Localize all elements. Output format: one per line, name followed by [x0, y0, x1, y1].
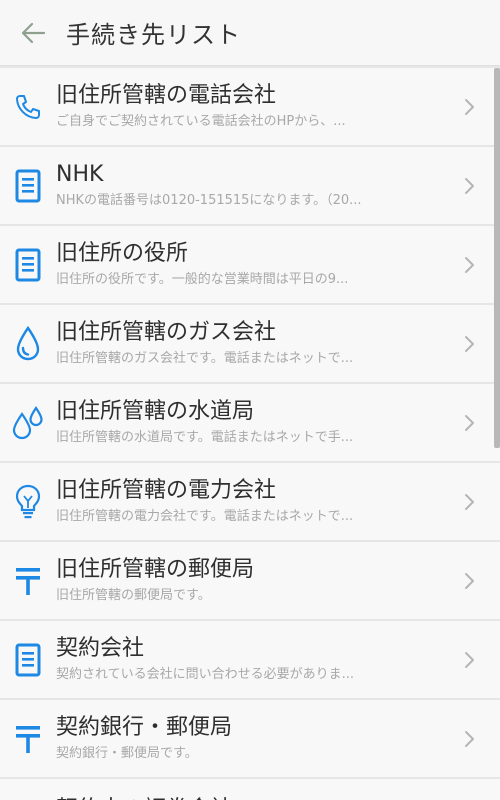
list-item-texts: 旧住所管轄の電力会社旧住所管轄の電力会社です。電話またはネットで...: [56, 476, 500, 527]
list-item[interactable]: 契約銀行・郵便局契約銀行・郵便局です。: [0, 700, 500, 777]
chevron-right-icon: [465, 335, 474, 352]
list-item-description: 旧住所管轄のガス会社です。電話またはネットで...: [56, 351, 354, 366]
list-item-texts: 旧住所管轄のガス会社旧住所管轄のガス会社です。電話またはネットで...: [56, 318, 500, 369]
chevron-right-icon: [465, 414, 474, 431]
list-item-description: 契約されている会社に問い合わせる必要がありま...: [56, 667, 355, 682]
chevron-right-icon: [465, 98, 474, 115]
list-item-title: 旧住所管轄の電力会社: [56, 478, 277, 503]
app-bar: 手続き先リスト: [0, 0, 500, 66]
list-item-title: 旧住所の役所: [56, 241, 189, 266]
list-item[interactable]: 旧住所管轄の電話会社ご自身でご契約されている電話会社のHPから、...: [0, 68, 500, 145]
list-item-description: 旧住所管轄の郵便局です。: [56, 588, 211, 603]
postal-mark-icon: [0, 723, 56, 755]
list-item-texts: 契約会社契約されている会社に問い合わせる必要がありま...: [56, 634, 500, 685]
list-item-title: 旧住所管轄の電話会社: [56, 83, 277, 108]
procedure-list: 旧住所管轄の電話会社 ご自身でご契約されている電話会社のHPから、... NHK NH…: [0, 68, 500, 800]
list-item[interactable]: 旧住所管轄の電力会社旧住所管轄の電力会社です。電話またはネットで...: [0, 463, 500, 540]
list-item-description: 旧住所の役所です。一般的な営業時間は平日の9...: [56, 272, 349, 287]
list-item-texts: NHK NHKの電話番号は0120-151515になります。（20...: [56, 160, 500, 211]
chevron-right-icon: [465, 493, 474, 510]
list-item-texts: 旧住所の役所旧住所の役所です。一般的な営業時間は平日の9...: [56, 239, 500, 290]
postal-mark-icon: [0, 565, 56, 597]
list-item-description: 契約銀行・郵便局です。: [56, 746, 198, 761]
chevron-right-icon: [465, 651, 474, 668]
list-item-title: 契約銀行・郵便局: [56, 715, 233, 740]
list-item-title: NHK: [56, 162, 104, 187]
back-arrow-icon: [21, 22, 46, 43]
list-item-title: 契約中の証券会社: [56, 791, 232, 800]
water-drop-icon: [0, 325, 56, 362]
lightbulb-icon: [0, 484, 56, 520]
chevron-right-icon: [465, 730, 474, 747]
chevron-right-icon: [465, 572, 474, 589]
chevron-right-icon: [465, 256, 474, 273]
app-screen: 手続き先リスト 旧住所管轄の電話会社ご自身でご契約されている電話会社のHPから、…: [0, 0, 500, 800]
phone-icon: [0, 92, 56, 122]
list-item-title: 旧住所管轄の郵便局: [56, 557, 255, 582]
chevron-right-icon: [465, 177, 474, 194]
list-item-description: ご自身でご契約されている電話会社のHPから、...: [56, 114, 346, 129]
document-icon: [0, 248, 56, 282]
list-item-title: 旧住所管轄のガス会社: [56, 320, 277, 345]
list-item-texts: 旧住所管轄の水道局旧住所管轄の水道局です。電話またはネットで手...: [56, 397, 500, 448]
list-item-description: 旧住所管轄の電力会社です。電話またはネットで...: [56, 509, 354, 524]
document-icon: [0, 169, 56, 203]
list-item[interactable]: 契約会社契約されている会社に問い合わせる必要がありま...: [0, 621, 500, 698]
list-item[interactable]: 旧住所管轄のガス会社旧住所管轄のガス会社です。電話またはネットで...: [0, 305, 500, 382]
list-item[interactable]: 旧住所の役所旧住所の役所です。一般的な営業時間は平日の9...: [0, 226, 500, 303]
list-item-title: 旧住所管轄の水道局: [56, 399, 255, 424]
list-item-texts: 旧住所管轄の郵便局旧住所管轄の郵便局です。: [56, 555, 500, 606]
back-button[interactable]: [0, 0, 66, 66]
list-item-description: NHKの電話番号は0120-151515になります。（20...: [56, 193, 362, 208]
document-icon: [0, 643, 56, 677]
list-item-texts: 契約銀行・郵便局契約銀行・郵便局です。: [56, 713, 500, 764]
list-item-description: 旧住所管轄の水道局です。電話またはネットで手...: [56, 430, 354, 445]
list-item[interactable]: 旧住所管轄の水道局旧住所管轄の水道局です。電話またはネットで手...: [0, 384, 500, 461]
water-drops-icon: [0, 405, 56, 440]
list-item-title: 契約会社: [56, 636, 145, 661]
list-item[interactable]: 旧住所管轄の郵便局旧住所管轄の郵便局です。: [0, 542, 500, 619]
list-item[interactable]: NHK NHKの電話番号は0120-151515になります。（20...: [0, 147, 500, 224]
page-title: 手続き先リスト: [66, 21, 241, 49]
list-item-partial[interactable]: 契約中の証券会社: [0, 779, 500, 800]
scrollbar[interactable]: [494, 68, 500, 448]
list-item-texts: 旧住所管轄の電話会社ご自身でご契約されている電話会社のHPから、...: [56, 81, 500, 132]
